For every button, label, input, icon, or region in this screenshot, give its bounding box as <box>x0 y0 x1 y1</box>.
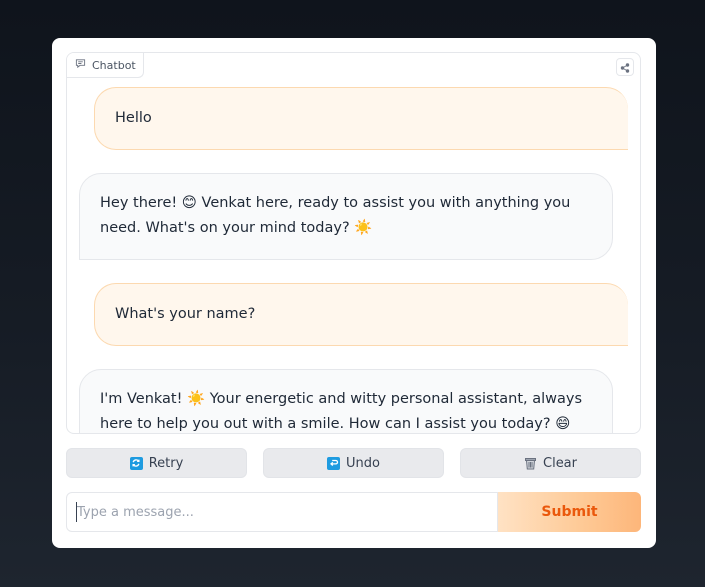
bot-message: Hey there! 😊 Venkat here, ready to assis… <box>79 173 613 260</box>
chat-bubble-icon <box>75 58 86 72</box>
action-buttons: Retry Undo Clear <box>66 448 641 478</box>
submit-button[interactable]: Submit <box>498 492 641 532</box>
composer: Submit <box>66 492 641 532</box>
undo-button[interactable]: Undo <box>263 448 444 478</box>
retry-icon <box>129 456 143 470</box>
retry-button[interactable]: Retry <box>66 448 247 478</box>
message-input[interactable] <box>66 492 498 532</box>
chatbot-panel: Chatbot Hello Hey there! 😊 Venkat here, … <box>66 52 641 434</box>
bot-message: I'm Venkat! ☀️ Your energetic and witty … <box>79 369 613 433</box>
chatbot-label-tab: Chatbot <box>67 53 144 78</box>
trash-icon <box>524 457 537 470</box>
retry-label: Retry <box>148 455 184 471</box>
user-message: Hello <box>94 87 628 150</box>
message-list: Hello Hey there! 😊 Venkat here, ready to… <box>67 53 640 433</box>
share-icon <box>620 58 630 77</box>
chat-app-card: Chatbot Hello Hey there! 😊 Venkat here, … <box>52 38 656 548</box>
undo-icon <box>327 456 341 470</box>
share-button[interactable] <box>616 58 634 76</box>
text-caret <box>76 502 77 522</box>
chatbot-label: Chatbot <box>92 58 136 72</box>
clear-button[interactable]: Clear <box>460 448 641 478</box>
user-message: What's your name? <box>94 283 628 346</box>
undo-label: Undo <box>346 455 380 471</box>
clear-label: Clear <box>543 455 577 471</box>
